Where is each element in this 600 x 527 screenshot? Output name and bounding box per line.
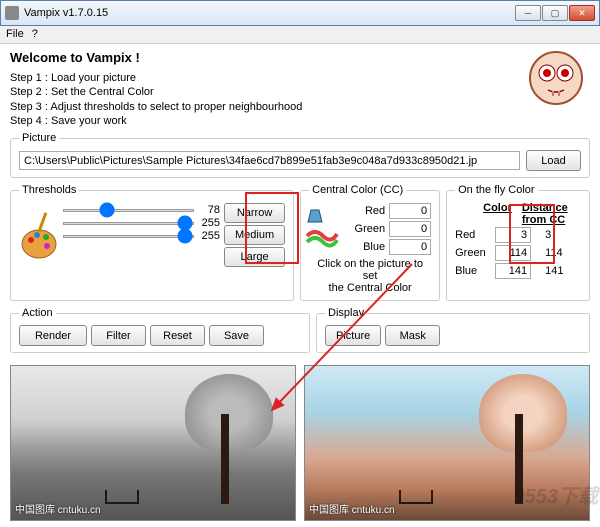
action-legend: Action [19, 307, 56, 319]
cc-hint: Click on the picture to setthe Central C… [309, 258, 431, 294]
central-color-group: Central Color (CC) Red Green Blue Click … [300, 184, 440, 301]
palette-icon [19, 210, 59, 262]
onfly-dist-header: Distance from CC [522, 202, 581, 226]
display-group: Display Picture Mask [316, 307, 590, 353]
onfly-blue-label: Blue [455, 265, 489, 277]
welcome-heading: Welcome to Vampix ! [10, 50, 590, 65]
cc-blue-label: Blue [363, 241, 385, 253]
threshold-value-1: 78 [198, 204, 220, 216]
threshold-value-2: 255 [198, 217, 220, 229]
save-button[interactable]: Save [209, 325, 264, 346]
large-button[interactable]: Large [224, 247, 285, 267]
onfly-red-dist: 3 [545, 229, 551, 241]
picture-path-input[interactable] [19, 151, 520, 170]
color-picker-icon [305, 206, 339, 250]
image-watermark: 中国图库 cntuku.cn [15, 501, 101, 516]
cc-green-label: Green [355, 223, 386, 235]
onfly-red-input[interactable] [495, 227, 531, 243]
menubar: File ? [0, 26, 600, 44]
steps-text: Step 1 : Load your picture Step 2 : Set … [10, 71, 590, 128]
minimize-button[interactable]: ─ [515, 5, 541, 21]
titlebar: Vampix v1.7.0.15 ─ ▢ ✕ [0, 0, 600, 26]
maximize-button[interactable]: ▢ [542, 5, 568, 21]
threshold-slider-1[interactable] [63, 209, 194, 212]
onfly-blue-input[interactable] [495, 263, 531, 279]
display-legend: Display [325, 307, 367, 319]
reset-button[interactable]: Reset [150, 325, 205, 346]
menu-help[interactable]: ? [32, 28, 38, 41]
display-mask-button[interactable]: Mask [385, 325, 440, 346]
image-watermark: 中国图库 cntuku.cn [309, 501, 395, 516]
thresholds-legend: Thresholds [19, 184, 79, 196]
site-watermark: 9553下载 [514, 480, 599, 509]
cc-legend: Central Color (CC) [309, 184, 406, 196]
app-icon [5, 6, 19, 20]
narrow-button[interactable]: Narrow [224, 203, 285, 223]
onfly-color-group: On the fly Color Color Distance from CC R… [446, 184, 590, 301]
step-3: Step 3 : Adjust thresholds to select to … [10, 100, 590, 114]
filter-button[interactable]: Filter [91, 325, 146, 346]
threshold-slider-2[interactable] [63, 222, 194, 225]
medium-button[interactable]: Medium [224, 225, 285, 245]
onfly-blue-dist: 141 [545, 265, 563, 277]
picture-group: Picture Load [10, 132, 590, 178]
load-button[interactable]: Load [526, 150, 581, 171]
render-button[interactable]: Render [19, 325, 87, 346]
bench-icon [399, 490, 433, 504]
step-4: Step 4 : Save your work [10, 114, 590, 128]
threshold-slider-3[interactable] [63, 235, 194, 238]
action-group: Action Render Filter Reset Save [10, 307, 310, 353]
cc-red-label: Red [365, 205, 385, 217]
step-1: Step 1 : Load your picture [10, 71, 590, 85]
picture-legend: Picture [19, 132, 59, 144]
cc-red-input[interactable] [389, 203, 431, 219]
bench-icon [105, 490, 139, 504]
close-button[interactable]: ✕ [569, 5, 595, 21]
display-picture-button[interactable]: Picture [325, 325, 381, 346]
onfly-green-label: Green [455, 247, 489, 259]
onfly-legend: On the fly Color [455, 184, 537, 196]
cc-green-input[interactable] [389, 221, 431, 237]
cc-blue-input[interactable] [389, 239, 431, 255]
vampire-logo-icon [526, 48, 586, 108]
thresholds-group: Thresholds 78 255 255 Narrow Medium Larg… [10, 184, 294, 301]
threshold-value-3: 255 [198, 230, 220, 242]
menu-file[interactable]: File [6, 28, 24, 41]
onfly-green-input[interactable] [495, 245, 531, 261]
preview-left[interactable]: 中国图库 cntuku.cn [10, 365, 296, 521]
step-2: Step 2 : Set the Central Color [10, 85, 590, 99]
onfly-color-header: Color [483, 202, 512, 226]
onfly-green-dist: 114 [545, 247, 563, 259]
window-title: Vampix v1.7.0.15 [24, 7, 515, 19]
onfly-red-label: Red [455, 229, 489, 241]
